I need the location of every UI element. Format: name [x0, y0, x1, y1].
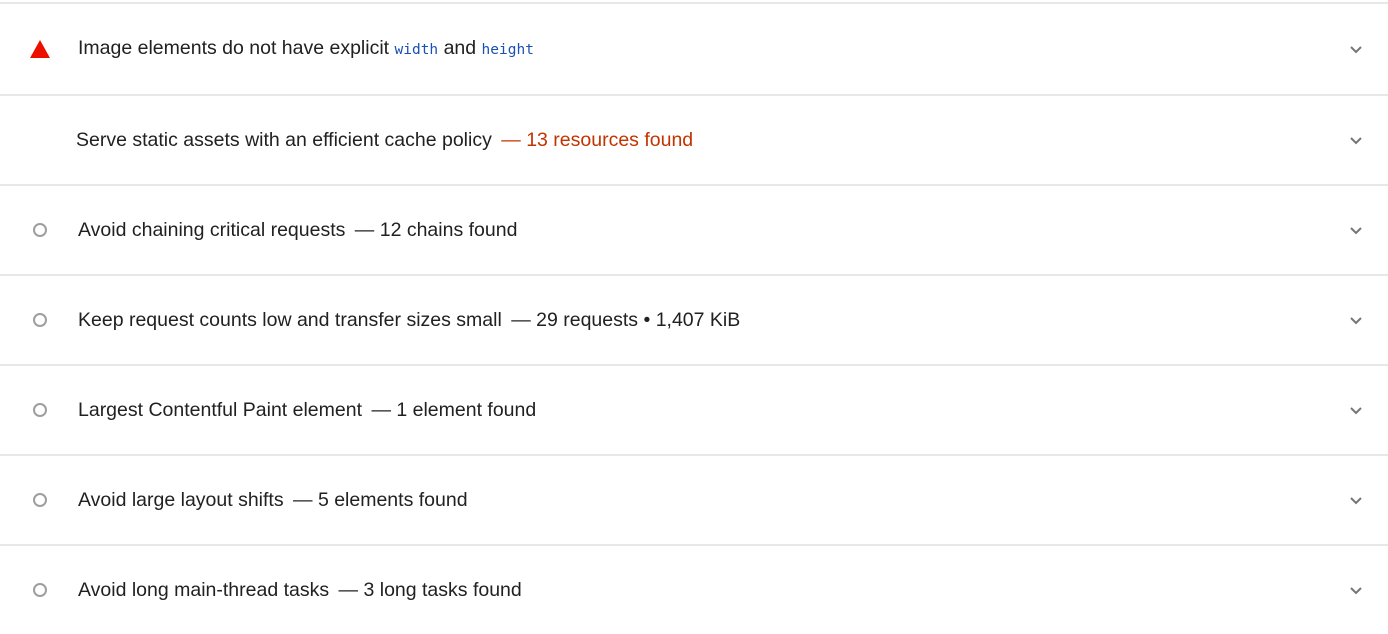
audit-title-text: Largest Contentful Paint element	[78, 399, 363, 421]
audit-separator: —	[293, 489, 313, 511]
audit-title: Image elements do not have explicit widt…	[78, 36, 534, 62]
audit-title-text-mid: and	[438, 37, 482, 59]
audit-display-value: 5 elements found	[317, 489, 468, 511]
chevron-down-icon[interactable]	[1346, 220, 1366, 240]
audit-separator: —	[511, 309, 531, 331]
code-height: height	[481, 42, 534, 58]
audit-display-value: 13 resources found	[526, 129, 694, 151]
audit-row-layout-shifts[interactable]: Avoid large layout shifts — 5 elements f…	[0, 454, 1388, 544]
audit-display-value: 3 long tasks found	[363, 579, 522, 601]
audit-display-value: 12 chains found	[379, 219, 518, 241]
chevron-down-icon[interactable]	[1346, 310, 1366, 330]
audit-title-text: Avoid large layout shifts	[78, 489, 284, 511]
audit-title: Serve static assets with an efficient ca…	[76, 128, 693, 152]
audit-separator: —	[371, 399, 391, 421]
red-triangle-icon	[30, 39, 50, 59]
audit-row-cache-policy[interactable]: Serve static assets with an efficient ca…	[0, 94, 1388, 184]
circle-icon	[30, 580, 50, 600]
audit-title-text: Serve static assets with an efficient ca…	[76, 129, 492, 151]
circle-icon	[30, 310, 50, 330]
circle-icon	[30, 490, 50, 510]
audit-separator: —	[354, 219, 375, 241]
circle-icon	[30, 400, 50, 420]
circle-icon	[30, 220, 50, 240]
audit-title: Largest Contentful Paint element — 1 ele…	[78, 398, 536, 422]
audit-display-value: 1 element found	[396, 399, 537, 421]
audit-list: Image elements do not have explicit widt…	[0, 2, 1388, 634]
chevron-down-icon[interactable]	[1346, 130, 1366, 150]
audit-title: Avoid chaining critical requests — 12 ch…	[78, 218, 517, 242]
chevron-down-icon[interactable]	[1346, 400, 1366, 420]
audit-title-text: Avoid chaining critical requests	[78, 219, 346, 241]
audit-title: Avoid long main-thread tasks — 3 long ta…	[78, 578, 522, 602]
chevron-down-icon[interactable]	[1346, 490, 1366, 510]
audit-title-text: Avoid long main-thread tasks	[78, 579, 330, 601]
audit-title: Keep request counts low and transfer siz…	[78, 308, 740, 332]
audit-row-unsized-images[interactable]: Image elements do not have explicit widt…	[0, 2, 1388, 94]
audit-row-lcp-element[interactable]: Largest Contentful Paint element — 1 ele…	[0, 364, 1388, 454]
audit-row-long-tasks[interactable]: Avoid long main-thread tasks — 3 long ta…	[0, 544, 1388, 634]
chevron-down-icon[interactable]	[1346, 39, 1366, 59]
audit-row-critical-request-chains[interactable]: Avoid chaining critical requests — 12 ch…	[0, 184, 1388, 274]
audit-display-value: 29 requests • 1,407 KiB	[536, 309, 741, 331]
audit-title: Avoid large layout shifts — 5 elements f…	[78, 488, 468, 512]
audit-title-text: Image elements do not have explicit	[78, 37, 395, 59]
audit-row-resource-summary[interactable]: Keep request counts low and transfer siz…	[0, 274, 1388, 364]
audit-title-text: Keep request counts low and transfer siz…	[78, 309, 502, 331]
audit-separator: —	[338, 579, 359, 601]
code-width: width	[394, 42, 439, 58]
chevron-down-icon[interactable]	[1346, 580, 1366, 600]
audit-separator: —	[501, 129, 521, 151]
